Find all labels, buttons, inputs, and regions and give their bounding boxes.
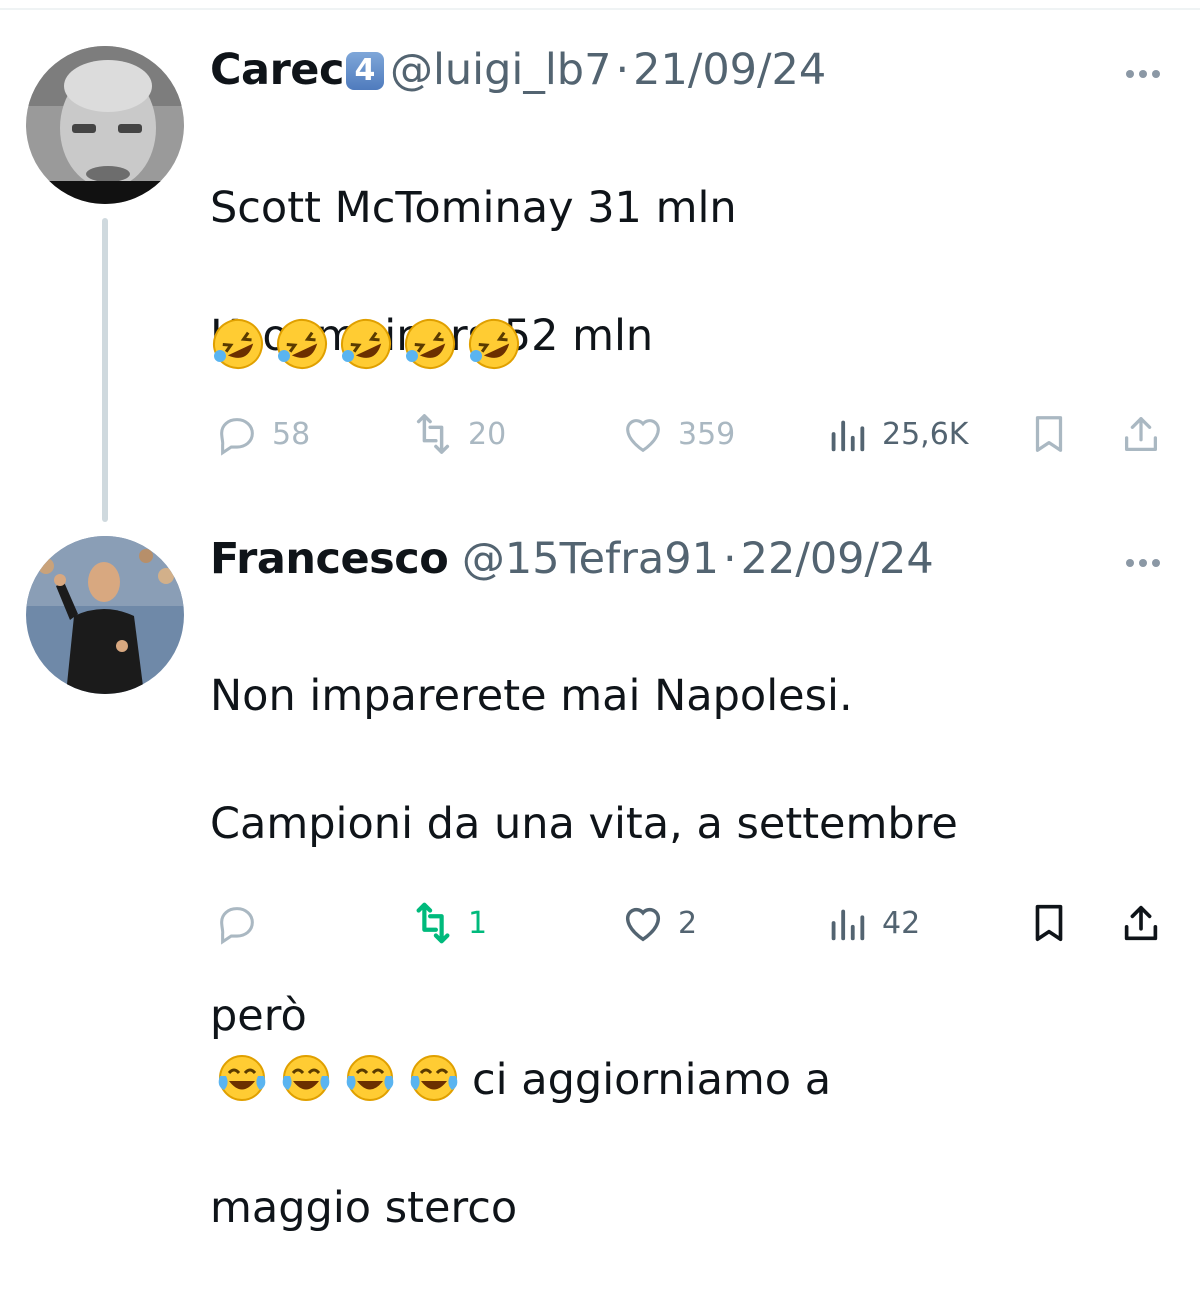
tweet-text-line: Campioni da una vita, a settembre — [210, 799, 958, 849]
rolling-on-floor-laughing-icon — [341, 319, 391, 369]
repost-button[interactable]: 20 — [410, 409, 506, 459]
rolling-on-floor-laughing-icon — [469, 319, 519, 369]
tweet-text-line: maggio sterco — [210, 1183, 518, 1233]
views-button[interactable]: 42 — [824, 898, 920, 948]
user-handle[interactable]: @luigi_lb7 — [390, 45, 612, 95]
bookmark-icon — [1035, 904, 1063, 942]
repost-icon — [416, 414, 450, 454]
face-with-tears-of-joy-icon — [282, 1055, 330, 1101]
tweet-date[interactable]: 22/09/24 — [741, 534, 934, 584]
avatar[interactable] — [26, 536, 184, 694]
tweet-text-line: Scott McTominay 31 mln — [210, 183, 737, 233]
rolling-on-floor-laughing-icon — [213, 319, 263, 369]
tweet-text-line: Non imparerete mai Napolesi. — [210, 671, 853, 721]
more-icon[interactable] — [1126, 63, 1170, 78]
user-handle[interactable]: @15Tefra91 — [462, 534, 719, 584]
tweet-text-fragment: ci aggiorniamo a — [472, 1055, 832, 1105]
separator-dot: · — [615, 45, 630, 95]
face-with-tears-of-joy-icon — [218, 1055, 266, 1101]
tweet-text: Non imparerete mai Napolesi. Campioni da… — [210, 600, 1170, 1304]
display-name[interactable]: Carec — [210, 45, 344, 95]
reply-button[interactable] — [214, 898, 272, 948]
reply-icon — [220, 907, 254, 945]
reply-button[interactable]: 58 — [214, 409, 310, 459]
rolling-on-floor-laughing-icon — [277, 319, 327, 369]
bookmark-icon — [1035, 416, 1063, 452]
like-button[interactable]: 2 — [620, 898, 697, 948]
reply-count: 58 — [272, 416, 311, 452]
tweet-actions: 1 2 42 — [210, 898, 1170, 948]
views-icon — [831, 909, 865, 941]
bookmark-button[interactable] — [1026, 898, 1072, 948]
tweet-text: Scott McTominay 31 mln Koopmeiners 52 ml… — [210, 112, 737, 432]
separator-dot: · — [722, 534, 737, 584]
tweet-header: Carec 4 @luigi_lb7·21/09/24 — [210, 43, 826, 97]
bookmark-button[interactable] — [1026, 409, 1072, 459]
tweet-text-fragment: però — [210, 991, 307, 1041]
avatar[interactable] — [26, 46, 184, 204]
like-button[interactable]: 359 — [620, 409, 735, 459]
reply-icon — [220, 418, 254, 456]
face-with-tears-of-joy-icon — [410, 1055, 458, 1101]
rolling-on-floor-laughing-icon — [405, 319, 455, 369]
views-icon — [831, 420, 865, 452]
views-button[interactable]: 25,6K — [824, 409, 968, 459]
share-button[interactable] — [1118, 409, 1164, 459]
view-count: 25,6K — [882, 416, 969, 452]
tweet-text-line: però ci aggiorniamo a — [210, 920, 1170, 1112]
display-name[interactable]: Francesco — [210, 534, 449, 584]
view-count: 42 — [882, 905, 921, 941]
like-icon — [625, 907, 661, 942]
share-button[interactable] — [1118, 898, 1164, 948]
repost-icon — [416, 902, 450, 944]
repost-button[interactable]: 1 — [410, 898, 487, 948]
emoji-row — [212, 318, 532, 370]
share-icon — [1124, 905, 1158, 941]
repost-count: 20 — [468, 416, 507, 452]
top-divider — [0, 8, 1200, 10]
more-icon[interactable] — [1126, 552, 1170, 567]
tweet-header: Francesco @15Tefra91·22/09/24 — [210, 532, 934, 586]
like-count: 2 — [678, 905, 698, 941]
like-count: 359 — [678, 416, 736, 452]
repost-count: 1 — [468, 905, 488, 941]
keycap-badge: 4 — [345, 52, 384, 90]
face-with-tears-of-joy-icon — [346, 1055, 394, 1101]
tweet-date[interactable]: 21/09/24 — [633, 45, 826, 95]
tweet-actions: 58 20 359 25,6K — [210, 409, 1170, 459]
thread-connector-line — [102, 218, 108, 522]
like-icon — [626, 419, 660, 453]
share-icon — [1124, 417, 1158, 451]
